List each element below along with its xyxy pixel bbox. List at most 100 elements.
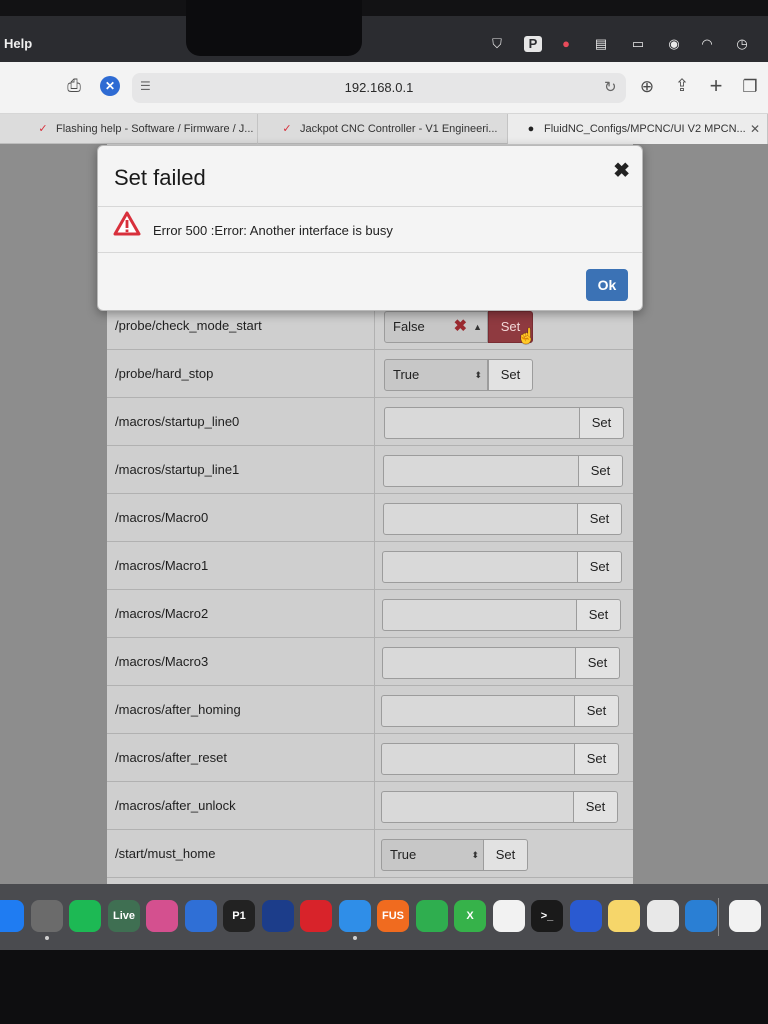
app-store-icon[interactable] <box>0 900 24 932</box>
set-button[interactable]: Set <box>577 503 622 535</box>
set-button[interactable]: Set <box>577 551 622 583</box>
time-machine-icon[interactable]: ◷ <box>733 36 751 52</box>
menubar: Help ⛉ P ● ▤ ▭ ◉ ◠ ◷ <box>0 0 768 62</box>
select-arrows-icon: ▲ <box>473 322 482 332</box>
kiri-icon[interactable] <box>493 900 525 932</box>
terminal-icon[interactable]: >_ <box>531 900 563 932</box>
new-tab-icon[interactable]: + <box>704 74 728 98</box>
set-button[interactable]: Set <box>483 839 528 871</box>
download-icon[interactable]: ⊕ <box>635 75 659 99</box>
p1-icon[interactable]: P1 <box>223 900 255 932</box>
reload-icon[interactable]: ↻ <box>604 78 620 96</box>
fusion-icon[interactable]: FUS <box>377 900 409 932</box>
table-row: /probe/hard_stop True ⬍ Set <box>107 350 633 398</box>
set-button[interactable]: Set <box>578 455 623 487</box>
p-badge-icon[interactable]: P <box>524 36 542 52</box>
table-row: /macros/after_reset Set <box>107 734 633 782</box>
setting-select[interactable]: False ✖ ▲ <box>384 311 488 343</box>
setting-text-input[interactable] <box>381 743 576 775</box>
chrome-icon[interactable] <box>729 900 761 932</box>
dock: Live P1 FUS X >_ <box>0 884 768 950</box>
browser-toolbar: ⎙ ✕ ☰ 192.168.0.1 ↻ ⊕ ⇪ + ❐ <box>0 62 768 114</box>
table-row: /macros/Macro0 Set <box>107 494 633 542</box>
display-icon[interactable]: ▤ <box>592 36 610 52</box>
column-divider <box>374 542 375 590</box>
cleanmaster-icon[interactable]: ● <box>557 36 575 52</box>
setting-text-input[interactable] <box>383 503 579 535</box>
wifi-icon[interactable]: ◠ <box>698 36 716 52</box>
column-divider <box>374 734 375 782</box>
print-icon[interactable]: ⎙ <box>62 74 86 98</box>
tab-fluidnc-configs[interactable]: ● FluidNC_Configs/MPCNC/UI V2 MPCN... <box>508 114 768 144</box>
acrobat-icon[interactable] <box>300 900 332 932</box>
camera-notch <box>186 0 362 56</box>
table-row: /macros/Macro3 Set <box>107 638 633 686</box>
system-settings-icon[interactable] <box>31 900 63 932</box>
set-button[interactable]: Set <box>575 647 620 679</box>
set-button[interactable]: Set <box>574 743 619 775</box>
setting-key: /start/must_home <box>115 846 216 861</box>
setting-key: /probe/hard_stop <box>115 366 214 381</box>
safari-icon[interactable] <box>339 900 371 932</box>
modal-divider <box>98 252 642 253</box>
setting-text-input[interactable] <box>382 599 577 631</box>
running-indicator <box>45 936 49 940</box>
close-icon[interactable]: ✖ <box>613 158 630 183</box>
ableton-live-icon[interactable]: Live <box>108 900 140 932</box>
setting-key: /macros/Macro3 <box>115 654 209 669</box>
pointer-hand-icon: ☝ <box>517 328 536 345</box>
select-arrows-icon: ⬍ <box>474 370 482 380</box>
tab-label: Jackpot CNC Controller - V1 Engineeri... <box>300 123 498 135</box>
setting-text-input[interactable] <box>382 551 578 583</box>
address-bar[interactable]: ☰ 192.168.0.1 ↻ <box>132 73 626 103</box>
clear-icon[interactable]: ✖ <box>454 312 467 342</box>
shield-lock-icon[interactable]: ⛉ <box>488 36 506 52</box>
numbers-icon[interactable] <box>416 900 448 932</box>
tab-flashing-help[interactable]: ✓ Flashing help - Software / Firmware / J… <box>0 114 258 144</box>
menu-help[interactable]: Help <box>4 36 32 51</box>
table-row: /start/must_home True ⬍ Set <box>107 830 633 878</box>
modal-title: Set failed <box>114 165 206 190</box>
setting-select[interactable]: True ⬍ <box>381 839 485 871</box>
tab-bar: ✓ Flashing help - Software / Firmware / J… <box>0 114 768 144</box>
setting-text-input[interactable] <box>384 407 580 439</box>
close-tab-icon[interactable]: ✕ <box>750 122 760 136</box>
vscode-icon[interactable] <box>685 900 717 932</box>
running-indicator <box>353 936 357 940</box>
column-divider <box>374 686 375 734</box>
setting-key: /macros/Macro2 <box>115 606 209 621</box>
notes-icon[interactable] <box>608 900 640 932</box>
tab-overview-icon[interactable]: ❐ <box>738 75 762 99</box>
set-button[interactable]: Set <box>574 695 619 727</box>
tab-jackpot-controller[interactable]: ✓ Jackpot CNC Controller - V1 Engineeri..… <box>258 114 508 144</box>
colorsync-icon[interactable] <box>146 900 178 932</box>
set-button[interactable]: Set <box>488 359 533 391</box>
share-icon[interactable]: ⇪ <box>670 74 694 98</box>
set-button[interactable]: Set <box>573 791 618 823</box>
ok-button[interactable]: Ok <box>586 269 628 301</box>
column-divider <box>374 446 375 494</box>
cura-icon[interactable] <box>647 900 679 932</box>
setting-text-input[interactable] <box>382 647 577 679</box>
table-row: /macros/Macro2 Set <box>107 590 633 638</box>
error-message: Error 500 :Error: Another interface is b… <box>153 223 393 238</box>
battery-charging-icon[interactable]: ▭ <box>626 36 650 52</box>
tiles-app-icon[interactable] <box>262 900 294 932</box>
user-icon[interactable]: ◉ <box>665 36 683 52</box>
setting-text-input[interactable] <box>381 791 575 823</box>
spotify-icon[interactable] <box>69 900 101 932</box>
setting-select[interactable]: True ⬍ <box>384 359 488 391</box>
setting-text-input[interactable] <box>383 455 579 487</box>
set-button[interactable]: Set <box>576 599 621 631</box>
column-divider <box>374 494 375 542</box>
v1-logo-icon: ✓ <box>282 123 292 135</box>
wave-app-icon[interactable] <box>185 900 217 932</box>
table-row: /macros/after_homing Set <box>107 686 633 734</box>
setting-key: /macros/startup_line1 <box>115 462 240 477</box>
setting-text-input[interactable] <box>381 695 576 727</box>
set-button[interactable]: Set <box>579 407 624 439</box>
xtool-icon[interactable]: X <box>454 900 486 932</box>
url-text: 192.168.0.1 <box>344 80 414 95</box>
stop-icon[interactable]: ✕ <box>100 76 120 96</box>
box-app-icon[interactable] <box>570 900 602 932</box>
